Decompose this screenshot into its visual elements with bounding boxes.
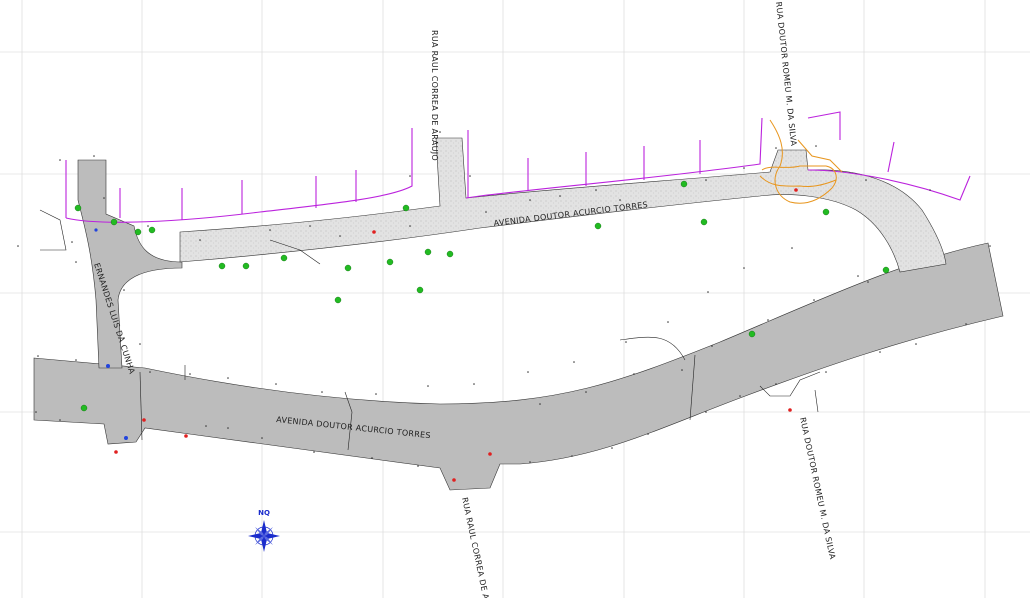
point-marker[interactable] (372, 230, 376, 234)
point-marker[interactable] (386, 258, 394, 266)
point-marker[interactable] (280, 254, 288, 262)
point-marker[interactable] (114, 450, 118, 454)
point-marker[interactable] (700, 218, 708, 226)
point-marker[interactable] (334, 296, 342, 304)
point-marker[interactable] (488, 452, 492, 456)
point-marker[interactable] (594, 222, 602, 230)
point-marker[interactable] (788, 408, 792, 412)
point-marker[interactable] (110, 218, 118, 226)
point-marker[interactable] (94, 228, 98, 232)
point-marker[interactable] (134, 228, 142, 236)
point-marker[interactable] (452, 478, 456, 482)
point-marker[interactable] (124, 436, 128, 440)
point-marker[interactable] (218, 262, 226, 270)
survey-map[interactable]: AVENIDA DOUTOR ACURCIO TORRES AVENIDA DO… (0, 0, 1030, 598)
point-marker[interactable] (148, 226, 156, 234)
point-marker[interactable] (344, 264, 352, 272)
point-marker[interactable] (142, 418, 146, 422)
compass-label: NQ (258, 509, 270, 517)
point-marker[interactable] (80, 404, 88, 412)
rua-raul-north-label: RUA RAUL CORREA DE ARAUJO (430, 30, 439, 161)
point-marker[interactable] (822, 208, 830, 216)
point-marker[interactable] (184, 434, 188, 438)
point-marker[interactable] (424, 248, 432, 256)
point-marker[interactable] (416, 286, 424, 294)
point-marker[interactable] (882, 266, 890, 274)
point-marker[interactable] (446, 250, 454, 258)
point-marker[interactable] (242, 262, 250, 270)
point-marker[interactable] (106, 364, 110, 368)
point-marker[interactable] (402, 204, 410, 212)
point-marker[interactable] (680, 180, 688, 188)
point-marker[interactable] (794, 188, 798, 192)
point-marker[interactable] (74, 204, 82, 212)
point-marker[interactable] (748, 330, 756, 338)
